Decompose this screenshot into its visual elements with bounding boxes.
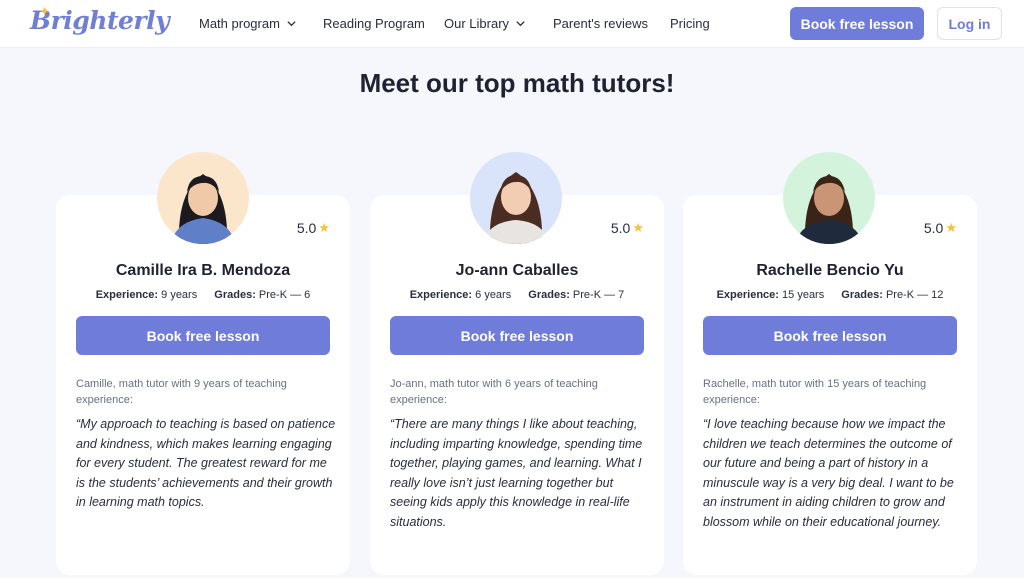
- tutor-card: 5.0 ★ Rachelle Bencio Yu Experience: 15 …: [683, 195, 977, 575]
- rating: 5.0 ★: [610, 220, 644, 236]
- nav-item-math-program[interactable]: Math program: [199, 16, 297, 31]
- chevron-down-icon: [287, 21, 296, 27]
- star-icon: ★: [318, 220, 330, 235]
- tutor-card: 5.0 ★ Camille Ira B. Mendoza Experience:…: [56, 195, 350, 575]
- tutor-intro: Camille, math tutor with 9 years of teac…: [76, 378, 287, 406]
- tutor-quote: “My approach to teaching is based on pat…: [76, 417, 336, 510]
- book-free-lesson-button[interactable]: Book free lesson: [76, 316, 330, 355]
- tutor-avatar: [157, 152, 249, 244]
- sun-icon: ✦: [40, 5, 49, 18]
- tutor-name: Jo-ann Caballes: [455, 262, 579, 279]
- page-title: Meet our top math tutors!: [359, 68, 675, 98]
- tutor-photo: [470, 152, 562, 244]
- nav-item-our-library[interactable]: Our Library: [444, 16, 526, 31]
- tutor-name: Rachelle Bencio Yu: [756, 262, 904, 279]
- rating: 5.0 ★: [296, 220, 330, 236]
- tutor-quote: “There are many things I like about teac…: [390, 417, 643, 529]
- brighterly-logo[interactable]: ✦ Brighterly: [30, 5, 170, 35]
- nav-item-parents-reviews[interactable]: Parent's reviews: [553, 16, 648, 31]
- book-free-lesson-button[interactable]: Book free lesson: [790, 7, 924, 40]
- tutor-photo: [783, 152, 875, 244]
- tutor-avatar: [783, 152, 875, 244]
- tutor-intro: Jo-ann, math tutor with 6 years of teach…: [390, 378, 598, 406]
- book-free-lesson-button[interactable]: Book free lesson: [703, 316, 957, 355]
- tutor-intro: Rachelle, math tutor with 15 years of te…: [703, 378, 927, 406]
- site-header: ✦ Brighterly Math program Reading Progra…: [0, 0, 1024, 48]
- book-free-lesson-button[interactable]: Book free lesson: [390, 316, 644, 355]
- tutor-meta: Experience: 15 years Grades: Pre-K — 12: [716, 289, 944, 301]
- tutor-card: 5.0 ★ Jo-ann Caballes Experience: 6 year…: [370, 195, 664, 575]
- star-icon: ★: [945, 220, 957, 235]
- tutor-meta: Experience: 9 years Grades: Pre-K — 6: [95, 289, 311, 301]
- tutor-avatar: [470, 152, 562, 244]
- tutor-meta: Experience: 6 years Grades: Pre-K — 7: [409, 289, 625, 301]
- nav-item-pricing[interactable]: Pricing: [670, 16, 710, 31]
- chevron-down-icon: [516, 21, 525, 27]
- nav-item-reading-program[interactable]: Reading Program: [323, 16, 425, 31]
- log-in-button[interactable]: Log in: [937, 7, 1002, 40]
- tutor-name: Camille Ira B. Mendoza: [115, 262, 291, 279]
- tutor-quote: “I love teaching because how we impact t…: [703, 417, 954, 529]
- tutor-photo: [157, 152, 249, 244]
- rating: 5.0 ★: [923, 220, 957, 236]
- star-icon: ★: [632, 220, 644, 235]
